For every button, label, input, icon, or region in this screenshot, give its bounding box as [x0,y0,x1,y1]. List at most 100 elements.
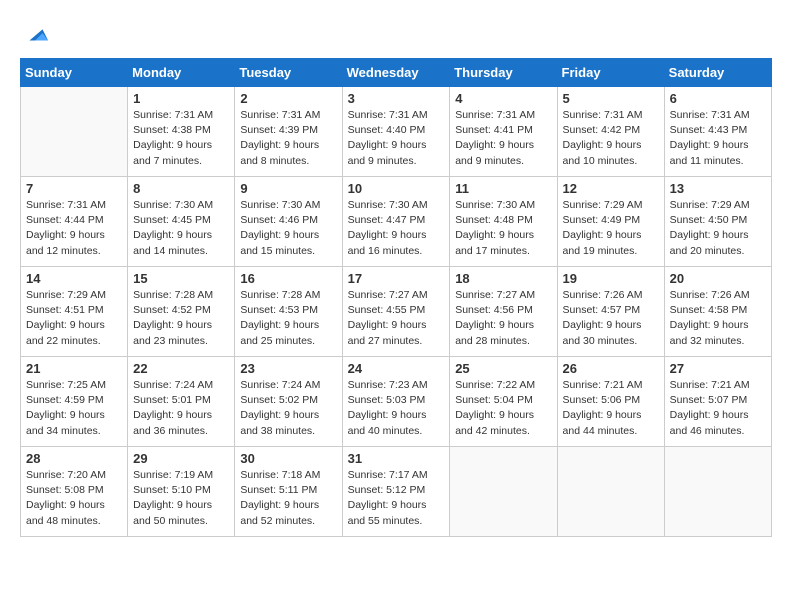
day-info: Sunrise: 7:31 AM Sunset: 4:40 PM Dayligh… [348,108,445,169]
day-number: 27 [670,361,766,376]
day-info: Sunrise: 7:17 AM Sunset: 5:12 PM Dayligh… [348,468,445,529]
calendar-cell: 14Sunrise: 7:29 AM Sunset: 4:51 PM Dayli… [21,267,128,357]
calendar-header-friday: Friday [557,59,664,87]
day-info: Sunrise: 7:30 AM Sunset: 4:46 PM Dayligh… [240,198,336,259]
day-info: Sunrise: 7:26 AM Sunset: 4:58 PM Dayligh… [670,288,766,349]
day-info: Sunrise: 7:24 AM Sunset: 5:02 PM Dayligh… [240,378,336,439]
day-info: Sunrise: 7:27 AM Sunset: 4:55 PM Dayligh… [348,288,445,349]
calendar-table: SundayMondayTuesdayWednesdayThursdayFrid… [20,58,772,537]
calendar-cell: 2Sunrise: 7:31 AM Sunset: 4:39 PM Daylig… [235,87,342,177]
calendar-cell: 12 Sunrise: 7:29 AM Sunset: 4:49 PM Dayli… [557,177,664,267]
calendar-cell: 5 Sunrise: 7:31 AM Sunset: 4:42 PM Daylig… [557,87,664,177]
calendar-cell: 19Sunrise: 7:26 AM Sunset: 4:57 PM Dayli… [557,267,664,357]
logo [20,20,50,48]
calendar-cell: 15Sunrise: 7:28 AM Sunset: 4:52 PM Dayli… [128,267,235,357]
calendar-cell: 17 Sunrise: 7:27 AM Sunset: 4:55 PM Dayli… [342,267,450,357]
calendar-header-tuesday: Tuesday [235,59,342,87]
day-number: 10 [348,181,445,196]
day-info: Sunrise: 7:28 AM Sunset: 4:53 PM Dayligh… [240,288,336,349]
calendar-week-2: 14Sunrise: 7:29 AM Sunset: 4:51 PM Dayli… [21,267,772,357]
day-info: Sunrise: 7:30 AM Sunset: 4:48 PM Dayligh… [455,198,551,259]
day-info: Sunrise: 7:21 AM Sunset: 5:06 PM Dayligh… [563,378,659,439]
calendar-cell [557,447,664,537]
calendar-cell: 3 Sunrise: 7:31 AM Sunset: 4:40 PM Daylig… [342,87,450,177]
calendar-week-1: 7 Sunrise: 7:31 AM Sunset: 4:44 PM Daylig… [21,177,772,267]
day-info: Sunrise: 7:29 AM Sunset: 4:49 PM Dayligh… [563,198,659,259]
calendar-cell: 20 Sunrise: 7:26 AM Sunset: 4:58 PM Dayli… [664,267,771,357]
calendar-cell: 10 Sunrise: 7:30 AM Sunset: 4:47 PM Dayli… [342,177,450,267]
day-info: Sunrise: 7:21 AM Sunset: 5:07 PM Dayligh… [670,378,766,439]
calendar-cell: 29 Sunrise: 7:19 AM Sunset: 5:10 PM Dayli… [128,447,235,537]
day-number: 13 [670,181,766,196]
calendar-cell: 27 Sunrise: 7:21 AM Sunset: 5:07 PM Dayli… [664,357,771,447]
day-number: 9 [240,181,336,196]
day-info: Sunrise: 7:31 AM Sunset: 4:42 PM Dayligh… [563,108,659,169]
calendar-cell: 26 Sunrise: 7:21 AM Sunset: 5:06 PM Dayli… [557,357,664,447]
calendar-week-0: 1 Sunrise: 7:31 AM Sunset: 4:38 PM Daylig… [21,87,772,177]
calendar-cell: 21 Sunrise: 7:25 AM Sunset: 4:59 PM Dayli… [21,357,128,447]
day-info: Sunrise: 7:30 AM Sunset: 4:45 PM Dayligh… [133,198,229,259]
calendar-week-3: 21 Sunrise: 7:25 AM Sunset: 4:59 PM Dayli… [21,357,772,447]
day-info: Sunrise: 7:31 AM Sunset: 4:38 PM Dayligh… [133,108,229,169]
day-number: 11 [455,181,551,196]
calendar-cell: 11 Sunrise: 7:30 AM Sunset: 4:48 PM Dayli… [450,177,557,267]
day-info: Sunrise: 7:30 AM Sunset: 4:47 PM Dayligh… [348,198,445,259]
day-number: 31 [348,451,445,466]
day-info: Sunrise: 7:19 AM Sunset: 5:10 PM Dayligh… [133,468,229,529]
day-number: 17 [348,271,445,286]
calendar-cell: 6 Sunrise: 7:31 AM Sunset: 4:43 PM Daylig… [664,87,771,177]
calendar-week-4: 28 Sunrise: 7:20 AM Sunset: 5:08 PM Dayli… [21,447,772,537]
day-number: 1 [133,91,229,106]
day-number: 24 [348,361,445,376]
calendar-cell: 28 Sunrise: 7:20 AM Sunset: 5:08 PM Dayli… [21,447,128,537]
calendar-header-sunday: Sunday [21,59,128,87]
day-info: Sunrise: 7:31 AM Sunset: 4:43 PM Dayligh… [670,108,766,169]
day-number: 5 [563,91,659,106]
day-info: Sunrise: 7:25 AM Sunset: 4:59 PM Dayligh… [26,378,122,439]
day-number: 14 [26,271,122,286]
calendar-header-thursday: Thursday [450,59,557,87]
day-info: Sunrise: 7:31 AM Sunset: 4:44 PM Dayligh… [26,198,122,259]
calendar-cell [664,447,771,537]
day-info: Sunrise: 7:31 AM Sunset: 4:39 PM Dayligh… [240,108,336,169]
day-info: Sunrise: 7:23 AM Sunset: 5:03 PM Dayligh… [348,378,445,439]
calendar-header-monday: Monday [128,59,235,87]
day-number: 20 [670,271,766,286]
calendar-cell [21,87,128,177]
calendar-cell: 30Sunrise: 7:18 AM Sunset: 5:11 PM Dayli… [235,447,342,537]
day-number: 28 [26,451,122,466]
calendar-cell: 24 Sunrise: 7:23 AM Sunset: 5:03 PM Dayli… [342,357,450,447]
calendar-cell: 7 Sunrise: 7:31 AM Sunset: 4:44 PM Daylig… [21,177,128,267]
logo-icon [22,20,50,48]
day-number: 22 [133,361,229,376]
day-number: 16 [240,271,336,286]
day-number: 3 [348,91,445,106]
day-number: 15 [133,271,229,286]
day-number: 21 [26,361,122,376]
day-number: 23 [240,361,336,376]
day-info: Sunrise: 7:27 AM Sunset: 4:56 PM Dayligh… [455,288,551,349]
calendar-cell [450,447,557,537]
day-number: 6 [670,91,766,106]
calendar-cell: 23 Sunrise: 7:24 AM Sunset: 5:02 PM Dayli… [235,357,342,447]
day-number: 26 [563,361,659,376]
day-info: Sunrise: 7:26 AM Sunset: 4:57 PM Dayligh… [563,288,659,349]
day-info: Sunrise: 7:20 AM Sunset: 5:08 PM Dayligh… [26,468,122,529]
day-number: 29 [133,451,229,466]
calendar-cell: 16 Sunrise: 7:28 AM Sunset: 4:53 PM Dayli… [235,267,342,357]
day-number: 4 [455,91,551,106]
calendar-header-row: SundayMondayTuesdayWednesdayThursdayFrid… [21,59,772,87]
calendar-cell: 31 Sunrise: 7:17 AM Sunset: 5:12 PM Dayli… [342,447,450,537]
day-number: 8 [133,181,229,196]
day-info: Sunrise: 7:18 AM Sunset: 5:11 PM Dayligh… [240,468,336,529]
page-header [20,20,772,48]
calendar-cell: 9 Sunrise: 7:30 AM Sunset: 4:46 PM Daylig… [235,177,342,267]
day-number: 12 [563,181,659,196]
day-info: Sunrise: 7:31 AM Sunset: 4:41 PM Dayligh… [455,108,551,169]
calendar-header-saturday: Saturday [664,59,771,87]
calendar-cell: 8 Sunrise: 7:30 AM Sunset: 4:45 PM Daylig… [128,177,235,267]
calendar-header-wednesday: Wednesday [342,59,450,87]
calendar-cell: 4 Sunrise: 7:31 AM Sunset: 4:41 PM Daylig… [450,87,557,177]
day-info: Sunrise: 7:24 AM Sunset: 5:01 PM Dayligh… [133,378,229,439]
day-number: 7 [26,181,122,196]
